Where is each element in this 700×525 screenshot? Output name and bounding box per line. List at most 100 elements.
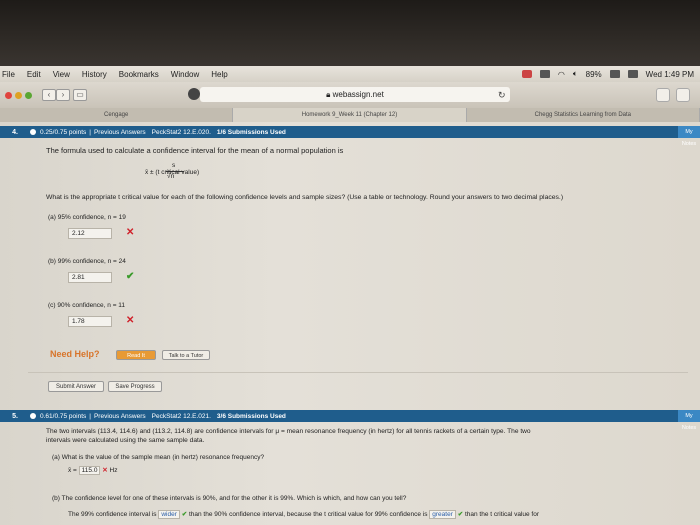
q5-part-a-answer-input[interactable]: 115.0: [78, 466, 101, 475]
part-b-answer-input[interactable]: 2.81: [68, 272, 112, 283]
back-button[interactable]: ‹: [42, 89, 56, 101]
volume-icon[interactable]: 🔈︎: [573, 69, 578, 79]
browser-toolbar: ‹ › ▭ 🔒︎ webassign.net ↻: [0, 82, 700, 108]
app-status-icon[interactable]: [521, 70, 532, 78]
question-5-intro-line-1: The two intervals (113.4, 114.6) and (11…: [46, 428, 531, 435]
tab-bar: Cengage Homework 9_Week 11 (Chapter 12) …: [0, 108, 700, 122]
menu-view[interactable]: View: [53, 70, 70, 79]
question-5-my-notes-button[interactable]: My Notes: [678, 410, 700, 431]
separator: |: [89, 412, 91, 420]
question-4-submissions: 1/6 Submissions Used: [216, 128, 286, 136]
part-b-text: 99% confidence, n = 24: [57, 258, 126, 265]
flag-icon[interactable]: [627, 70, 638, 78]
q5-part-b-letter: (b): [52, 495, 60, 502]
question-5-number: 5.: [12, 412, 18, 420]
tab-homework[interactable]: Homework 9_Week 11 (Chapter 12): [233, 108, 467, 122]
part-b-letter: (b): [48, 258, 56, 265]
hz-unit: Hz: [109, 467, 118, 474]
reload-icon[interactable]: ↻: [498, 90, 506, 101]
question-4-prompt: What is the appropriate t critical value…: [46, 194, 564, 201]
incorrect-x-icon: ✕: [126, 227, 135, 238]
incorrect-x-icon: ✕: [126, 315, 135, 326]
question-5-intro-line-2: intervals were calculated using the same…: [46, 437, 205, 444]
q5-part-b-line-2: than the 90% confidence interval, becaus…: [188, 511, 428, 518]
question-5-previous-answers-link[interactable]: Previous Answers: [94, 413, 146, 420]
menubar-status: ◠ 🔈︎ 89% Wed 1:49 PM: [521, 69, 700, 79]
part-c-answer-input[interactable]: 1.78: [68, 316, 112, 327]
question-5-points: 0.61/0.75 points: [40, 412, 87, 420]
privacy-shield-icon[interactable]: [188, 88, 200, 100]
q5-part-b-select-2[interactable]: greater: [429, 510, 456, 519]
share-icon[interactable]: [676, 88, 690, 102]
menu-edit[interactable]: Edit: [27, 70, 41, 79]
need-help-label: Need Help?: [50, 349, 100, 359]
menu-file[interactable]: File: [2, 70, 15, 79]
wifi-icon[interactable]: ◠: [558, 70, 565, 79]
score-dot-icon: [30, 129, 36, 135]
q5-part-a-text: What is the value of the sample mean (in…: [61, 454, 265, 461]
clock[interactable]: Wed 1:49 PM: [646, 70, 694, 79]
question-5-submissions: 3/6 Submissions Used: [216, 412, 286, 420]
question-5-code: PeckStat2 12.E.021.: [151, 412, 211, 420]
address-text: webassign.net: [332, 90, 384, 99]
correct-check-icon: ✔: [181, 511, 188, 518]
correct-check-icon: ✔: [126, 271, 135, 282]
battery-icon[interactable]: [609, 70, 620, 78]
question-4-code: PeckStat2 12.E.020.: [151, 128, 211, 136]
menu-window[interactable]: Window: [171, 70, 199, 79]
close-window-button[interactable]: [5, 91, 12, 99]
menu-help[interactable]: Help: [211, 70, 227, 79]
sidebar-toggle-button[interactable]: ▭: [73, 89, 87, 101]
tab-cengage[interactable]: Cengage: [0, 108, 234, 122]
incorrect-x-icon: ✕: [102, 467, 108, 474]
extension-icon[interactable]: [656, 88, 670, 102]
question-4-points: 0.25/0.75 points: [40, 128, 87, 136]
correct-check-icon: ✔: [457, 511, 464, 518]
q5-part-b-answer-row: The 99% confidence interval is wider ✔ t…: [68, 510, 539, 519]
forward-button[interactable]: ›: [56, 89, 70, 101]
part-b-label: (b) 99% confidence, n = 24: [48, 258, 126, 265]
q5-part-b-text: The confidence level for one of these in…: [61, 495, 407, 502]
xbar-equals-label: x̄ =: [68, 467, 77, 474]
fraction-bar: [166, 171, 184, 172]
part-c-text: 90% confidence, n = 11: [57, 302, 126, 309]
q5-part-a-answer-row: x̄ = 115.0 ✕ Hz: [68, 466, 118, 475]
part-c-letter: (c): [48, 302, 56, 309]
q5-part-a: (a) What is the value of the sample mean…: [52, 454, 264, 461]
part-c-label: (c) 90% confidence, n = 11: [48, 302, 125, 309]
zoom-window-button[interactable]: [25, 91, 32, 99]
question-4-previous-answers-link[interactable]: Previous Answers: [94, 129, 146, 136]
menubar: File Edit View History Bookmarks Window …: [0, 66, 700, 82]
address-bar[interactable]: 🔒︎ webassign.net: [200, 87, 510, 102]
q5-part-b-select-1[interactable]: wider: [158, 510, 180, 519]
part-a-label: (a) 95% confidence, n = 19: [48, 214, 126, 221]
part-a-letter: (a): [48, 214, 56, 221]
tab-chegg[interactable]: Chegg Statistics Learning from Data: [467, 108, 700, 122]
separator: |: [89, 128, 91, 136]
question-4-number: 4.: [12, 128, 18, 136]
question-4-intro: The formula used to calculate a confiden…: [46, 146, 344, 155]
webassign-page: 4. 0.25/0.75 points | Previous Answers P…: [0, 122, 700, 525]
toolbar-right: [656, 88, 690, 102]
formula-numerator: s: [172, 162, 176, 169]
part-a-answer-input[interactable]: 2.12: [68, 228, 112, 239]
part-a-text: 95% confidence, n = 19: [57, 214, 126, 221]
score-dot-icon: [30, 413, 36, 419]
battery-percent: 89%: [585, 69, 602, 79]
save-progress-button[interactable]: Save Progress: [108, 381, 162, 392]
read-it-button[interactable]: Read It: [116, 350, 156, 360]
q5-part-b: (b) The confidence level for one of thes…: [52, 495, 406, 502]
q5-part-b-line-3: than the t critical value for: [464, 511, 540, 518]
divider: [28, 372, 688, 373]
formula-denominator: √n: [167, 173, 175, 180]
talk-to-tutor-button[interactable]: Talk to a Tutor: [162, 350, 210, 360]
minimize-window-button[interactable]: [15, 91, 22, 99]
photo-bezel: [0, 0, 700, 66]
question-4-my-notes-button[interactable]: My Notes: [678, 126, 700, 147]
menu-bookmarks[interactable]: Bookmarks: [119, 70, 159, 79]
q5-part-b-line-1: The 99% confidence interval is: [68, 511, 157, 518]
menu-history[interactable]: History: [82, 70, 107, 79]
display-icon[interactable]: [539, 70, 550, 78]
submit-answer-button[interactable]: Submit Answer: [48, 381, 104, 392]
question-4-header: 4. 0.25/0.75 points | Previous Answers P…: [0, 126, 700, 147]
